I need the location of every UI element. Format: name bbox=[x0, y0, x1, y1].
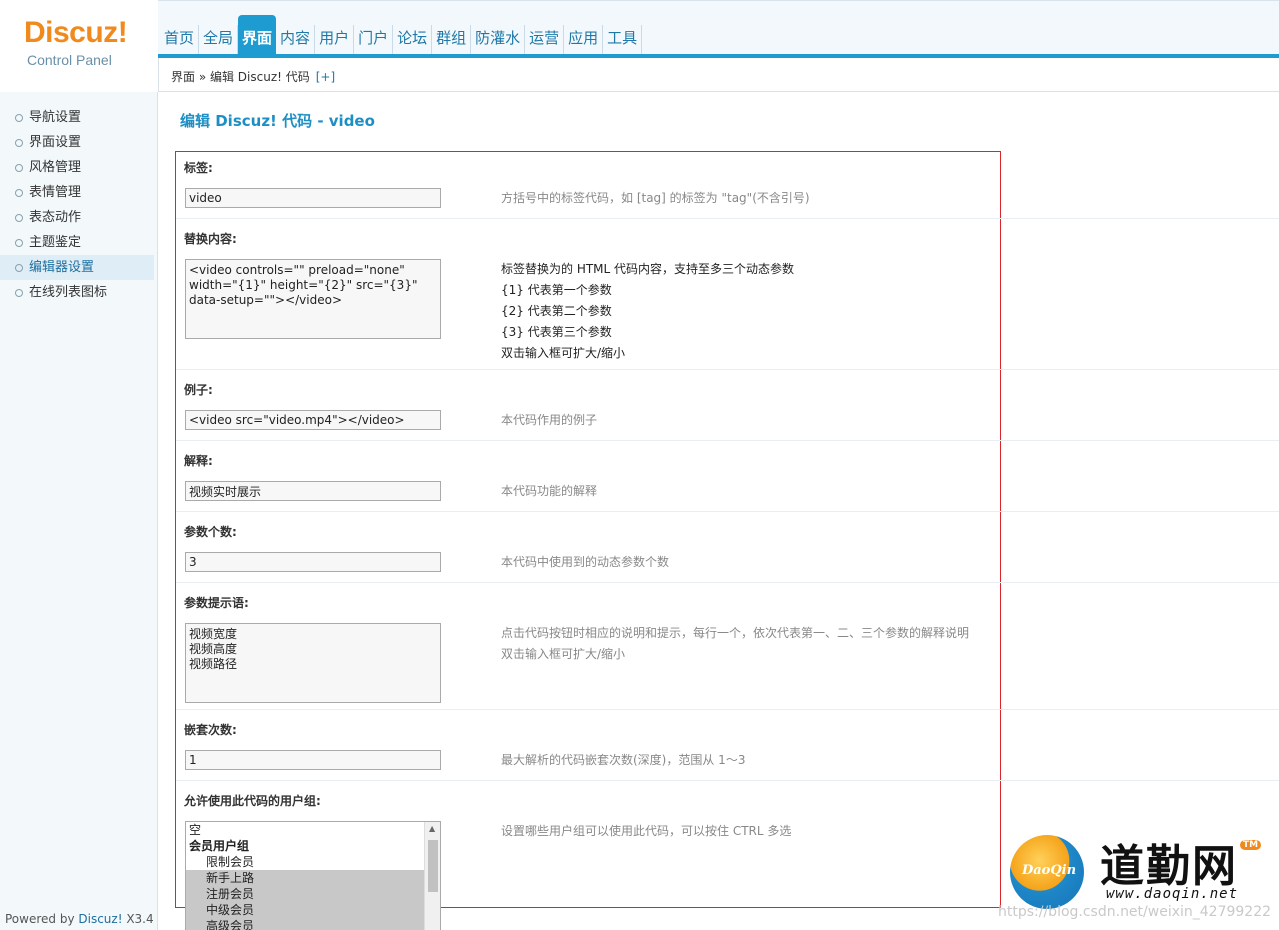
groups-option[interactable]: 空 bbox=[186, 822, 440, 838]
top-nav-item[interactable]: 门户 bbox=[354, 25, 394, 54]
param-prompt-tips: 点击代码按钮时相应的说明和提示，每行一个，依次代表第一、二、三个参数的解释说明 … bbox=[501, 623, 969, 665]
tag-input[interactable] bbox=[185, 188, 441, 208]
header: Discuz! Control Panel 首页 全局 界面 内容 用户 门户 论坛 群组 防灌… bbox=[0, 0, 1279, 92]
groups-option[interactable]: 会员用户组 bbox=[186, 838, 440, 854]
powered-by-link[interactable]: Discuz! bbox=[78, 912, 122, 926]
sidebar-item[interactable]: 在线列表图标 bbox=[0, 280, 157, 305]
nest-tip: 最大解析的代码嵌套次数(深度)，范围从 1～3 bbox=[501, 753, 746, 767]
example-tip: 本代码作用的例子 bbox=[501, 413, 598, 427]
groups-option[interactable]: 高级会员 bbox=[186, 918, 440, 930]
top-nav-item[interactable]: 防灌水 bbox=[471, 25, 526, 54]
watermark-cn: 道勤网 bbox=[1100, 841, 1238, 892]
top-nav-item[interactable]: 论坛 bbox=[393, 25, 433, 54]
sidebar-item[interactable]: 表情管理 bbox=[0, 180, 157, 205]
row-divider bbox=[176, 709, 1279, 710]
main-content: 编辑 Discuz! 代码 - video 标签: 方括号中的标签代码，如 [t… bbox=[159, 92, 1279, 930]
groups-tip: 设置哪些用户组可以使用此代码，可以按住 CTRL 多选 bbox=[501, 824, 792, 838]
tag-label: 标签: bbox=[184, 161, 213, 175]
nest-label: 嵌套次数: bbox=[184, 723, 237, 737]
row-divider bbox=[176, 511, 1279, 512]
top-nav-item[interactable]: 首页 bbox=[160, 25, 200, 54]
explain-tip: 本代码功能的解释 bbox=[501, 484, 598, 498]
row-divider bbox=[176, 369, 1279, 370]
breadcrumb: 界面 » 编辑 Discuz! 代码 [+] bbox=[158, 58, 1279, 92]
replace-textarea[interactable]: <video controls="" preload="none" width=… bbox=[185, 259, 441, 339]
explain-input[interactable] bbox=[185, 481, 441, 501]
param-prompt-textarea[interactable]: 视频宽度 视频高度 视频路径 bbox=[185, 623, 441, 703]
explain-label: 解释: bbox=[184, 454, 213, 468]
groups-select[interactable]: 空会员用户组 限制会员 新手上路 注册会员 中级会员 高级会员 ▲ bbox=[185, 821, 441, 930]
example-input[interactable] bbox=[185, 410, 441, 430]
nest-input[interactable] bbox=[185, 750, 441, 770]
row-divider bbox=[176, 218, 1279, 219]
groups-option[interactable]: 中级会员 bbox=[186, 902, 440, 918]
tag-tip: 方括号中的标签代码，如 [tag] 的标签为 "tag"(不含引号) bbox=[501, 191, 810, 205]
groups-scrollbar[interactable]: ▲ bbox=[424, 822, 440, 930]
top-navigation: 首页 全局 界面 内容 用户 门户 论坛 群组 防灌水 运营 应用 工具 bbox=[158, 0, 1279, 59]
replace-tip-line: 标签替换为的 HTML 代码内容，支持至多三个动态参数 bbox=[501, 262, 795, 276]
sidebar-item[interactable]: 主题鉴定 bbox=[0, 230, 157, 255]
version-label: X3.4 bbox=[122, 912, 154, 926]
sidebar-item[interactable]: 表态动作 bbox=[0, 205, 157, 230]
logo-subtitle: Control Panel bbox=[27, 52, 112, 68]
watermark: DaoQin 道勤网 TM www.daoqin.net https://blo… bbox=[998, 828, 1279, 930]
logo-brand: Discuz! bbox=[24, 16, 128, 49]
powered-by-prefix: Powered by bbox=[5, 912, 79, 926]
logo[interactable]: Discuz! Control Panel bbox=[0, 0, 158, 92]
sidebar-item[interactable]: 编辑器设置 bbox=[0, 255, 154, 280]
watermark-tm: TM bbox=[1240, 840, 1262, 850]
row-divider bbox=[176, 440, 1279, 441]
param-count-input[interactable] bbox=[185, 552, 441, 572]
sidebar-item[interactable]: 风格管理 bbox=[0, 155, 157, 180]
param-count-label: 参数个数: bbox=[184, 525, 237, 539]
top-nav-item[interactable]: 群组 bbox=[432, 25, 472, 54]
replace-tip-line: {3} 代表第三个参数 bbox=[501, 325, 612, 339]
example-label: 例子: bbox=[184, 383, 213, 397]
powered-by: Powered by Discuz! X3.4 bbox=[5, 912, 154, 926]
top-nav-item[interactable]: 界面 bbox=[238, 15, 277, 54]
top-nav-item[interactable]: 用户 bbox=[315, 25, 355, 54]
replace-tip-line: 双击输入框可扩大/缩小 bbox=[501, 346, 626, 360]
top-nav-item[interactable]: 内容 bbox=[276, 25, 316, 54]
breadcrumb-text: 界面 » 编辑 Discuz! 代码 bbox=[171, 70, 310, 84]
param-prompt-label: 参数提示语: bbox=[184, 596, 249, 610]
add-shortcut-button[interactable]: [+] bbox=[316, 70, 335, 84]
groups-option[interactable]: 注册会员 bbox=[186, 886, 440, 902]
top-nav-item[interactable]: 工具 bbox=[603, 25, 643, 54]
scroll-up-icon[interactable]: ▲ bbox=[429, 824, 435, 833]
groups-option[interactable]: 新手上路 bbox=[186, 870, 440, 886]
sidebar-item[interactable]: 界面设置 bbox=[0, 130, 157, 155]
watermark-ball-text: DaoQin bbox=[1021, 863, 1077, 878]
csdn-watermark: https://blog.csdn.net/weixin_42799222 bbox=[998, 904, 1272, 920]
sidebar-item[interactable]: 导航设置 bbox=[0, 105, 157, 130]
row-divider bbox=[176, 780, 1279, 781]
top-nav-item[interactable]: 应用 bbox=[564, 25, 604, 54]
top-nav-item[interactable]: 运营 bbox=[525, 25, 565, 54]
row-divider bbox=[176, 582, 1279, 583]
top-nav-item[interactable]: 全局 bbox=[199, 25, 239, 54]
replace-tip-line: {1} 代表第一个参数 bbox=[501, 283, 612, 297]
param-prompt-tip-line: 点击代码按钮时相应的说明和提示，每行一个，依次代表第一、二、三个参数的解释说明 bbox=[501, 626, 970, 640]
sidebar: 导航设置 界面设置 风格管理 表情管理 表态动作 主题鉴定 编辑器设置 在线列表图标 Powe… bbox=[0, 92, 158, 930]
replace-label: 替换内容: bbox=[184, 232, 237, 246]
groups-label: 允许使用此代码的用户组: bbox=[184, 794, 321, 808]
groups-option[interactable]: 限制会员 bbox=[186, 854, 440, 870]
param-prompt-tip-line: 双击输入框可扩大/缩小 bbox=[501, 647, 626, 661]
replace-tip-line: {2} 代表第二个参数 bbox=[501, 304, 612, 318]
replace-tips: 标签替换为的 HTML 代码内容，支持至多三个动态参数 {1} 代表第一个参数 … bbox=[501, 259, 794, 364]
breadcrumb-path: 界面 » 编辑 Discuz! 代码 [+] bbox=[171, 68, 335, 85]
page-title: 编辑 Discuz! 代码 - video bbox=[180, 112, 375, 130]
scrollbar-thumb[interactable] bbox=[428, 840, 438, 892]
watermark-url: www.daoqin.net bbox=[1106, 886, 1239, 902]
param-count-tip: 本代码中使用到的动态参数个数 bbox=[501, 555, 670, 569]
